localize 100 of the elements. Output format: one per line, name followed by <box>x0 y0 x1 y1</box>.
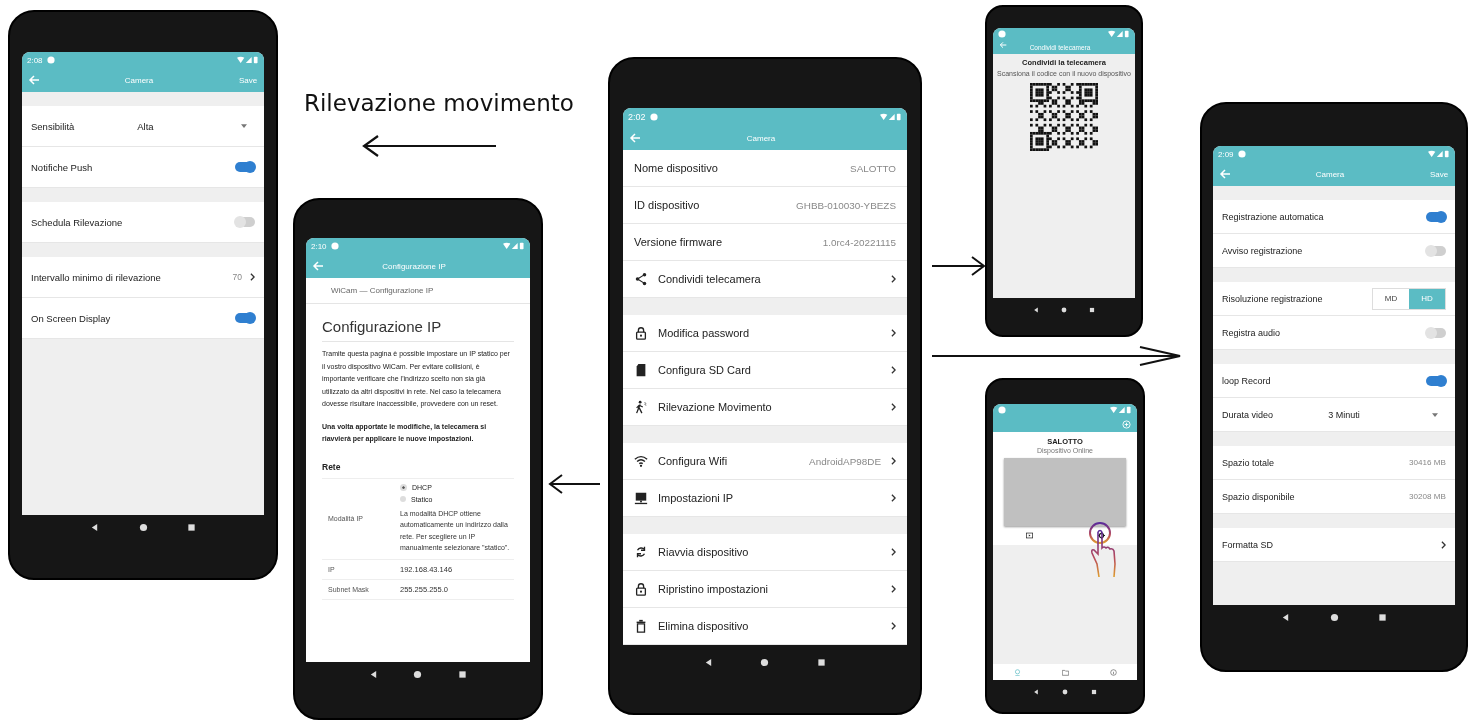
playback-icon[interactable] <box>1025 532 1033 539</box>
lock-icon <box>634 582 648 596</box>
recents-icon[interactable] <box>817 657 827 667</box>
breadcrumb: WiCam — Configurazione IP <box>306 278 530 304</box>
sync-icon <box>634 545 648 559</box>
setting-label: ID dispositivo <box>634 199 701 211</box>
page-heading: Configurazione IP <box>322 312 514 342</box>
setting-value: 1.0rc4-20221115 <box>822 236 896 248</box>
screen-title: Camera <box>745 133 777 143</box>
chevron-icon <box>891 585 896 593</box>
toggle-switch[interactable] <box>1426 211 1446 222</box>
home-icon[interactable] <box>1061 307 1067 313</box>
notification-icon <box>330 242 339 250</box>
recents-icon[interactable] <box>458 669 468 679</box>
status-icons <box>880 113 902 121</box>
status-icons <box>1428 150 1450 158</box>
setting-label: Spazio disponibile <box>1222 491 1296 502</box>
info-tab[interactable] <box>1109 668 1117 676</box>
chevron-icon <box>891 366 896 374</box>
toggle-switch[interactable] <box>235 217 255 227</box>
caption: Rilevazione movimento <box>304 90 574 116</box>
status-time: 2:10 <box>311 241 327 251</box>
status-icons <box>1110 406 1132 414</box>
recents-icon[interactable] <box>1090 689 1097 695</box>
notification-icon <box>1237 150 1246 158</box>
status-icons <box>237 56 259 64</box>
gear-icon[interactable] <box>1097 532 1105 539</box>
setting-label: loop Record <box>1222 375 1272 386</box>
toggle-switch[interactable] <box>235 313 255 323</box>
setting-label: Registrazione automatica <box>1222 211 1325 222</box>
section-heading: Rete <box>322 455 514 479</box>
toggle-switch[interactable] <box>235 162 255 172</box>
setting-label: Nome dispositivo <box>634 162 719 174</box>
home-icon[interactable] <box>1329 612 1339 622</box>
chevron-icon <box>250 273 255 281</box>
setting-label: Avviso registrazione <box>1222 245 1304 256</box>
status-time: 2:02 <box>628 112 646 122</box>
share-icon <box>634 272 648 286</box>
setting-label: Durata video <box>1222 409 1275 420</box>
setting-label: Notifiche Push <box>31 161 94 173</box>
notification-icon <box>649 113 658 121</box>
wifi-icon <box>634 454 648 468</box>
recents-icon[interactable] <box>1089 307 1096 313</box>
back-icon[interactable] <box>1033 689 1040 695</box>
setting-value: 30416 MB <box>1409 458 1446 467</box>
home-icon[interactable] <box>1062 689 1068 695</box>
setting-value: AndroidAP98DE <box>809 455 881 467</box>
back-icon[interactable] <box>90 522 100 532</box>
status-time: 2:08 <box>27 55 43 65</box>
sd-card-icon <box>634 363 648 377</box>
setting-value: SALOTTO <box>850 162 896 174</box>
back-icon[interactable] <box>703 657 713 667</box>
setting-label: Risoluzione registrazione <box>1222 293 1324 304</box>
setting-label: Versione firmware <box>634 236 724 248</box>
recents-icon[interactable] <box>1377 612 1387 622</box>
home-icon[interactable] <box>138 522 148 532</box>
chevron-icon <box>891 457 896 465</box>
setting-value: GHBB-010030-YBEZS <box>796 199 896 211</box>
qr-code <box>1030 83 1098 151</box>
chevron-icon <box>891 275 896 283</box>
walking-person-icon <box>634 400 648 414</box>
caret-icon <box>1432 412 1438 417</box>
arrow <box>548 474 601 494</box>
status-icons <box>503 242 525 250</box>
back-icon[interactable] <box>1281 612 1291 622</box>
notification-icon <box>998 406 1006 414</box>
chevron-icon <box>891 548 896 556</box>
notification-icon <box>998 30 1006 38</box>
folder-tab[interactable] <box>1061 668 1069 676</box>
chevron-icon <box>891 494 896 502</box>
status-icons <box>1108 30 1130 38</box>
toggle-switch[interactable] <box>1426 375 1446 386</box>
chevron-icon <box>891 622 896 630</box>
home-icon[interactable] <box>413 669 423 679</box>
setting-value: 30208 MB <box>1409 492 1446 501</box>
chevron-icon <box>891 329 896 337</box>
notification-icon <box>46 56 55 64</box>
screen-title: Configurazione IP <box>381 261 447 271</box>
setting-label: Schedula Rilevazione <box>31 216 124 228</box>
toggle-switch[interactable] <box>1426 327 1446 338</box>
recents-icon[interactable] <box>186 522 196 532</box>
trash-icon <box>634 619 648 633</box>
monitor-icon <box>634 491 648 505</box>
screen-title: Camera <box>1314 169 1346 179</box>
hand-pointer-drawing <box>1088 522 1118 578</box>
screen-title: Camera <box>123 75 155 85</box>
lock-icon <box>634 326 648 340</box>
chevron-icon <box>1441 540 1446 549</box>
home-icon[interactable] <box>760 657 770 667</box>
back-icon[interactable] <box>1032 307 1039 313</box>
setting-label: Registra audio <box>1222 327 1282 338</box>
setting-label: Spazio totale <box>1222 457 1276 468</box>
setting-value: 70 <box>232 272 242 282</box>
setting-label: Sensibilità <box>31 120 76 132</box>
setting-label: On Screen Display <box>31 312 112 324</box>
dropdown[interactable]: Alta <box>137 120 255 132</box>
status-time: 2:09 <box>1218 149 1234 159</box>
toggle-switch[interactable] <box>1426 245 1446 256</box>
dropdown[interactable]: 3 Minuti <box>1328 409 1446 420</box>
back-icon[interactable] <box>368 669 378 679</box>
